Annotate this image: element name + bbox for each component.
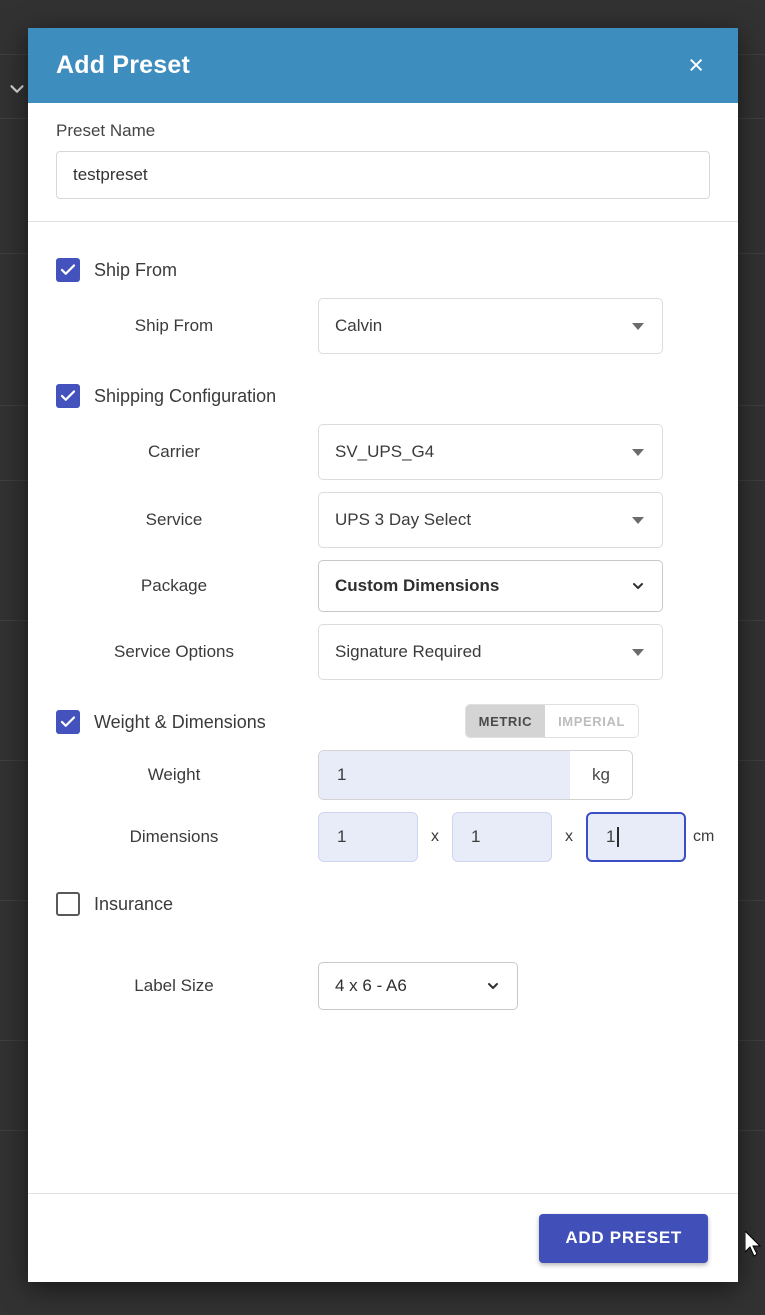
weight-label: Weight <box>147 764 201 784</box>
dialog-body: Ship From Ship From Calvin Shipping Conf… <box>28 222 738 1193</box>
close-icon[interactable]: × <box>682 50 710 81</box>
preset-name-section: Preset Name <box>28 103 738 222</box>
preset-name-input[interactable] <box>56 151 710 199</box>
weight-unit-suffix: kg <box>570 751 632 799</box>
preset-name-label: Preset Name <box>56 121 156 140</box>
dimensions-unit-suffix: cm <box>693 828 715 845</box>
text-caret <box>617 827 619 847</box>
dimension-separator: x <box>565 828 573 845</box>
package-label: Package <box>140 575 208 595</box>
service-label: Service <box>145 509 203 529</box>
add-preset-dialog: Add Preset × Preset Name Ship From Ship … <box>28 28 738 1282</box>
service-row: Service UPS 3 Day Select <box>56 492 710 548</box>
shipping-configuration-checkbox-row[interactable]: Shipping Configuration <box>56 384 710 408</box>
package-row: Package Custom Dimensions <box>56 560 710 612</box>
dimension-height-value: 1 <box>606 827 616 846</box>
chevron-down-icon <box>630 578 646 594</box>
label-size-label: Label Size <box>134 975 214 995</box>
unit-metric-button[interactable]: METRIC <box>465 705 546 737</box>
caret-down-icon <box>632 322 644 330</box>
weight-dimensions-checkbox[interactable] <box>56 710 80 734</box>
unit-imperial-button[interactable]: IMPERIAL <box>545 705 638 737</box>
dimension-length-input[interactable]: 1 <box>318 812 418 862</box>
weight-row: Weight 1 kg <box>56 750 710 800</box>
ship-from-checkbox-label: Ship From <box>94 259 178 280</box>
chevron-down-icon[interactable] <box>6 78 28 100</box>
dialog-title: Add Preset <box>56 51 190 79</box>
caret-down-icon <box>632 648 644 656</box>
dimension-height-input[interactable]: 1 <box>586 812 686 862</box>
service-options-select[interactable]: Signature Required <box>318 624 663 680</box>
weight-dimensions-checkbox-row[interactable]: Weight & Dimensions METRIC IMPERIAL <box>56 704 710 738</box>
label-size-select[interactable]: 4 x 6 - A6 <box>318 962 518 1010</box>
ship-from-value: Calvin <box>335 316 383 335</box>
label-size-value: 4 x 6 - A6 <box>335 976 407 995</box>
chevron-down-icon <box>485 978 501 994</box>
ship-from-checkbox-row[interactable]: Ship From <box>56 258 710 282</box>
ship-from-label: Ship From <box>134 315 214 335</box>
service-options-label: Service Options <box>114 641 234 661</box>
service-options-value: Signature Required <box>335 642 482 661</box>
weight-field[interactable]: 1 kg <box>318 750 633 800</box>
insurance-checkbox-row[interactable]: Insurance <box>56 892 710 916</box>
dimension-separator: x <box>431 828 439 845</box>
ship-from-row: Ship From Calvin <box>56 298 710 354</box>
dimensions-row: Dimensions 1 x 1 x 1 cm <box>56 812 714 862</box>
dialog-footer: ADD PRESET <box>28 1193 738 1282</box>
add-preset-button[interactable]: ADD PRESET <box>539 1213 708 1263</box>
service-options-row: Service Options Signature Required <box>56 624 710 680</box>
dimension-width-input[interactable]: 1 <box>452 812 552 862</box>
caret-down-icon <box>632 516 644 524</box>
carrier-row: Carrier SV_UPS_G4 <box>56 424 710 480</box>
carrier-select[interactable]: SV_UPS_G4 <box>318 424 663 480</box>
caret-down-icon <box>632 448 644 456</box>
dimensions-label: Dimensions <box>129 826 219 846</box>
insurance-checkbox-label: Insurance <box>94 893 174 914</box>
ship-from-select[interactable]: Calvin <box>318 298 663 354</box>
dialog-header: Add Preset × <box>28 28 738 103</box>
package-value: Custom Dimensions <box>335 576 500 595</box>
package-select[interactable]: Custom Dimensions <box>318 560 663 612</box>
shipping-configuration-checkbox[interactable] <box>56 384 80 408</box>
weight-dimensions-checkbox-label: Weight & Dimensions <box>94 711 266 732</box>
ship-from-checkbox[interactable] <box>56 258 80 282</box>
insurance-checkbox[interactable] <box>56 892 80 916</box>
shipping-configuration-checkbox-label: Shipping Configuration <box>94 385 277 406</box>
carrier-value: SV_UPS_G4 <box>335 442 435 461</box>
service-select[interactable]: UPS 3 Day Select <box>318 492 663 548</box>
weight-input[interactable]: 1 <box>319 751 570 799</box>
unit-system-toggle[interactable]: METRIC IMPERIAL <box>464 704 639 738</box>
carrier-label: Carrier <box>148 441 200 461</box>
label-size-row: Label Size 4 x 6 - A6 <box>56 962 710 1010</box>
service-value: UPS 3 Day Select <box>335 510 472 529</box>
